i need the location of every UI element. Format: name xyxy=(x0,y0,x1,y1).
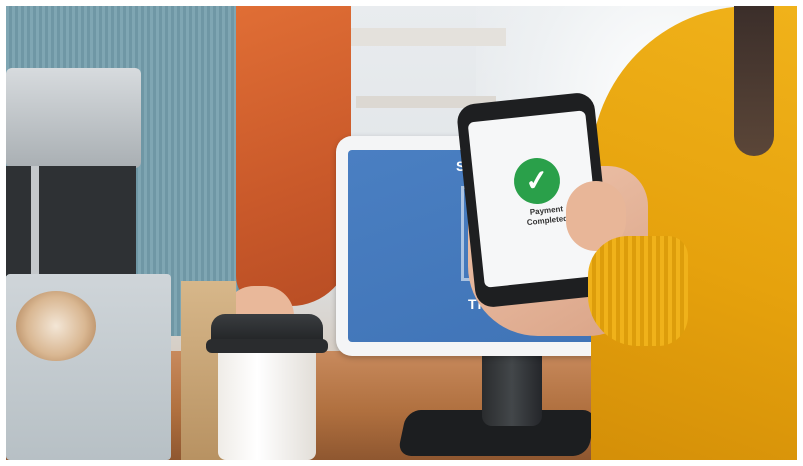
tablet-stand-neck xyxy=(482,346,542,426)
photo-scene: SC Tha ✓ Payment Completed xyxy=(6,6,797,460)
customer-sleeve-cuff xyxy=(588,236,688,346)
coffee-machine-pipe xyxy=(31,166,39,276)
latte-art-image xyxy=(16,291,96,361)
coffee-machine-hopper xyxy=(6,68,141,168)
coffee-machine-body xyxy=(6,166,136,276)
coffee-cup xyxy=(218,351,316,460)
coffee-cup-lid-rim xyxy=(206,339,328,353)
customer-hair xyxy=(734,6,774,156)
barista-sleeve xyxy=(236,6,351,306)
background-shelf xyxy=(336,28,506,46)
